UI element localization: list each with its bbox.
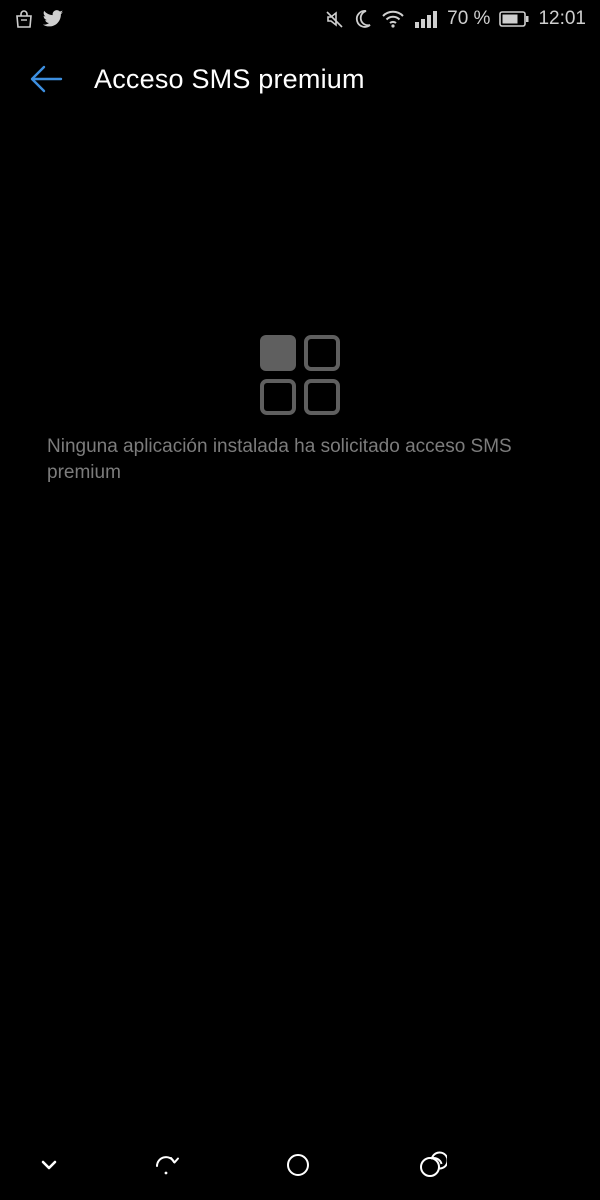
rotate-icon bbox=[151, 1150, 181, 1185]
back-button[interactable] bbox=[22, 60, 70, 102]
battery-percent: 70 % bbox=[447, 8, 491, 29]
wifi-icon bbox=[381, 9, 405, 29]
page-title: Acceso SMS premium bbox=[94, 64, 365, 94]
recents-button[interactable] bbox=[412, 1147, 452, 1187]
navigation-bar bbox=[0, 1135, 600, 1195]
status-left-icons bbox=[14, 9, 64, 29]
twitter-icon bbox=[42, 9, 64, 29]
battery-icon bbox=[499, 11, 529, 27]
chevron-down-icon bbox=[39, 1158, 59, 1177]
empty-state-message: Ninguna aplicación instalada ha solicita… bbox=[47, 436, 512, 483]
back-arrow-icon bbox=[29, 64, 63, 99]
home-button[interactable] bbox=[278, 1147, 318, 1187]
recents-icon bbox=[417, 1150, 449, 1185]
status-right-icons: 70 % 12:01 bbox=[325, 8, 586, 30]
shopping-bag-icon bbox=[14, 9, 34, 29]
signal-icon bbox=[414, 10, 438, 28]
moon-icon bbox=[354, 9, 372, 29]
hide-nav-button[interactable] bbox=[29, 1147, 69, 1187]
muted-icon bbox=[325, 9, 345, 29]
app-bar: Acceso SMS premium bbox=[0, 50, 600, 112]
clock: 12:01 bbox=[538, 8, 586, 29]
home-icon bbox=[285, 1152, 311, 1183]
status-bar: 70 % 12:01 bbox=[0, 0, 600, 40]
apps-grid-icon bbox=[258, 333, 342, 417]
rotate-button[interactable] bbox=[146, 1147, 186, 1187]
